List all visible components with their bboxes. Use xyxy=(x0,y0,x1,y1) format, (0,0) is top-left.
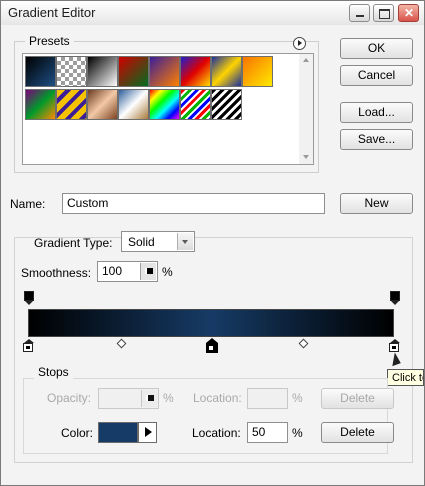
scroll-down-icon[interactable] xyxy=(303,155,309,159)
preset-copper[interactable] xyxy=(87,89,118,120)
color-location-percent: % xyxy=(292,426,303,440)
name-label: Name: xyxy=(10,197,46,211)
color-location-input[interactable]: 50 xyxy=(247,422,288,443)
opacity-location-percent: % xyxy=(292,391,303,405)
minimize-icon xyxy=(356,15,364,17)
close-icon: ✕ xyxy=(403,6,415,20)
scroll-up-icon[interactable] xyxy=(303,58,309,62)
gradient-type-label: Gradient Type: xyxy=(34,236,113,250)
preset-transparent-checker[interactable] xyxy=(56,56,87,87)
preset-violet-green-orange[interactable] xyxy=(25,89,56,120)
cancel-button[interactable]: Cancel xyxy=(340,65,413,86)
opacity-stop-right[interactable] xyxy=(390,291,400,305)
color-stop-icon xyxy=(389,343,399,352)
ok-button[interactable]: OK xyxy=(340,38,413,59)
smoothness-label: Smoothness: xyxy=(21,266,92,280)
smoothness-value: 100 xyxy=(102,264,123,278)
color-stop-right[interactable] xyxy=(389,339,400,352)
smoothness-slider-button[interactable] xyxy=(140,263,156,280)
opacity-slider-button[interactable] xyxy=(141,390,157,407)
preset-transparent-rainbow[interactable] xyxy=(180,89,211,120)
preset-chrome[interactable] xyxy=(118,89,149,120)
preset-violet-orange[interactable] xyxy=(149,56,180,87)
name-input[interactable]: Custom xyxy=(62,193,325,214)
gradient-editor-window: Gradient Editor ✕ Presets OK Cancel Load… xyxy=(0,0,425,486)
tooltip: Click to xyxy=(387,369,424,386)
load-button[interactable]: Load... xyxy=(340,102,413,123)
color-stop-middle[interactable] xyxy=(206,338,218,353)
preset-black-white[interactable] xyxy=(87,56,118,87)
stops-label: Stops xyxy=(34,365,73,379)
opacity-input[interactable] xyxy=(98,388,159,409)
gradient-bar[interactable] xyxy=(28,309,394,337)
color-stop-icon xyxy=(23,343,33,352)
minimize-button[interactable] xyxy=(349,4,370,22)
gradient-type-value: Solid xyxy=(128,235,155,249)
presets-menu-button[interactable] xyxy=(293,37,306,50)
opacity-percent: % xyxy=(163,391,174,405)
preset-blue-yellow-blue[interactable] xyxy=(211,56,242,87)
opacity-stop-icon xyxy=(390,291,400,301)
presets-scrollbar[interactable] xyxy=(299,54,313,164)
opacity-label: Opacity: xyxy=(47,391,92,405)
maximize-button[interactable] xyxy=(373,4,394,22)
stop-pointer-icon xyxy=(391,301,399,305)
smoothness-input[interactable]: 100 xyxy=(97,261,158,282)
presets-list xyxy=(22,53,314,165)
opacity-stop-icon xyxy=(24,291,34,301)
window-title: Gradient Editor xyxy=(8,5,96,20)
preset-black-blue[interactable] xyxy=(25,56,56,87)
preset-spectrum[interactable] xyxy=(149,89,180,120)
arrow-right-icon xyxy=(145,427,152,437)
stop-pointer-icon xyxy=(25,301,33,305)
close-button[interactable]: ✕ xyxy=(398,4,419,22)
slider-icon xyxy=(146,395,154,401)
preset-swatch-grid xyxy=(25,56,297,126)
color-label: Color: xyxy=(61,426,94,440)
new-button[interactable]: New xyxy=(340,193,413,214)
arrow-right-icon xyxy=(298,40,302,46)
gradient-type-select[interactable]: Solid xyxy=(121,231,195,252)
dropdown-button[interactable] xyxy=(177,233,193,250)
color-location-label: Location: xyxy=(192,426,241,440)
title-bar: Gradient Editor ✕ xyxy=(1,1,424,25)
slider-icon xyxy=(145,268,153,274)
opacity-location-input[interactable] xyxy=(247,388,288,409)
opacity-location-label: Location: xyxy=(193,391,242,405)
color-stop-selected-icon xyxy=(206,343,218,353)
preset-red-green[interactable] xyxy=(118,56,149,87)
preset-blue-red-yellow[interactable] xyxy=(180,56,211,87)
save-button[interactable]: Save... xyxy=(340,129,413,150)
color-stop-left[interactable] xyxy=(23,339,34,352)
tooltip-text: Click to xyxy=(392,372,423,384)
chevron-down-icon xyxy=(182,240,188,244)
maximize-icon xyxy=(379,9,390,19)
preset-orange-yellow[interactable] xyxy=(242,56,273,87)
color-swatch[interactable] xyxy=(98,422,138,443)
preset-yellow-violet-stripes[interactable] xyxy=(56,89,87,120)
color-menu-button[interactable] xyxy=(138,422,157,443)
opacity-stop-left[interactable] xyxy=(24,291,34,305)
smoothness-percent: % xyxy=(162,265,173,279)
presets-label: Presets xyxy=(25,34,74,48)
opacity-delete-button[interactable]: Delete xyxy=(321,388,394,409)
color-delete-button[interactable]: Delete xyxy=(321,422,394,443)
preset-transparent-stripes[interactable] xyxy=(211,89,242,120)
